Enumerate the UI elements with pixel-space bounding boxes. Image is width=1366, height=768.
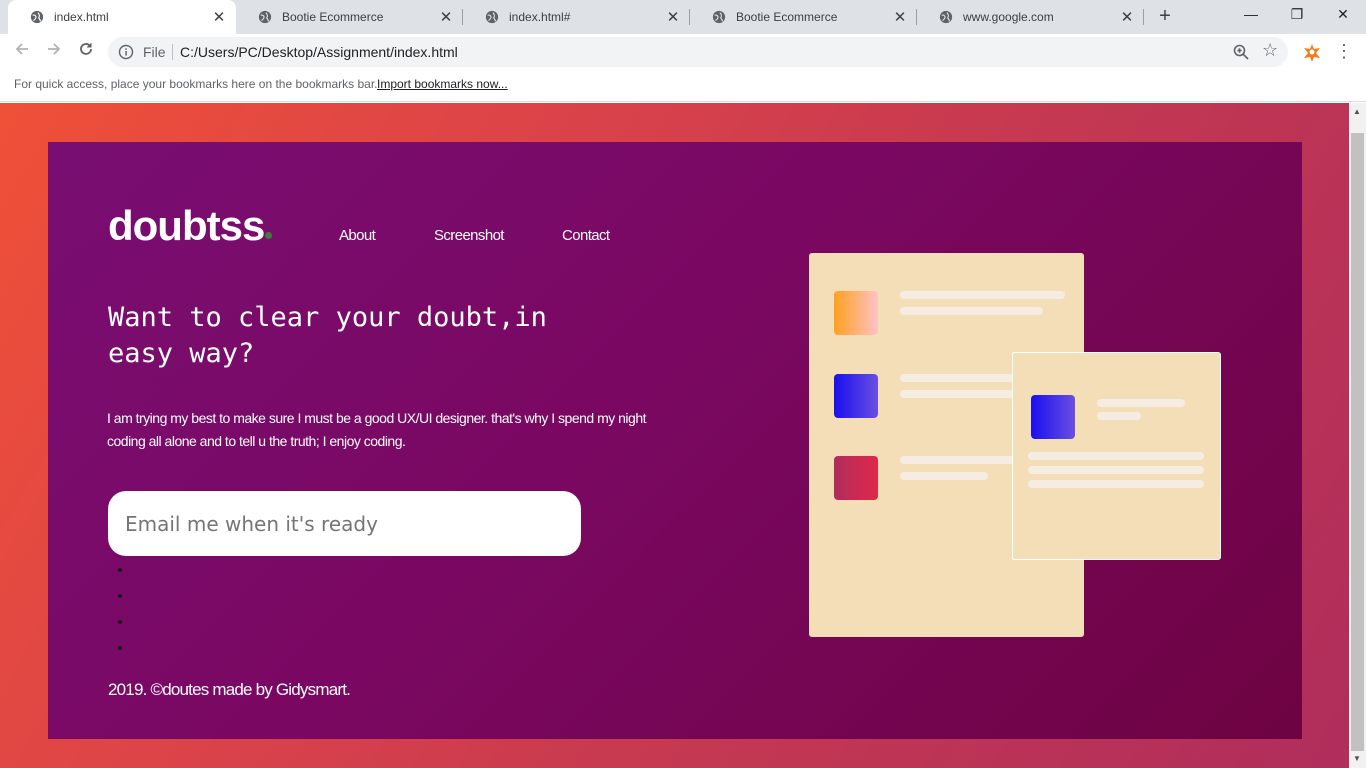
page-viewport: doubtss About Screenshot Contact Want to… (0, 103, 1349, 768)
hero-card: doubtss About Screenshot Contact Want to… (48, 142, 1302, 739)
illustration-line (900, 307, 1043, 315)
illustration-square-orange (834, 291, 878, 335)
tab-strip: index.html ✕ Bootie Ecommerce ✕ index.ht… (0, 0, 1366, 34)
arrow-left-icon (15, 43, 28, 55)
illustration-square-blue (834, 374, 878, 418)
zoom-icon[interactable] (1232, 43, 1250, 61)
bookmarks-bar: For quick access, place your bookmarks h… (0, 70, 1366, 102)
vertical-scrollbar[interactable]: ▲ ▼ (1349, 103, 1366, 768)
info-icon[interactable] (118, 44, 134, 60)
globe-icon (712, 10, 726, 24)
bookmarks-hint: For quick access, place your bookmarks h… (14, 77, 378, 91)
tab-separator (1143, 9, 1144, 25)
new-tab-button[interactable]: + (1153, 5, 1177, 29)
address-separator (172, 44, 173, 60)
globe-icon (258, 10, 272, 24)
tab-title: www.google.com (963, 10, 1054, 24)
tab-bootie-ecommerce[interactable]: Bootie Ecommerce ✕ (236, 0, 463, 34)
browser-toolbar: File C:/Users/PC/Desktop/Assignment/inde… (0, 34, 1366, 70)
illustration-line (1097, 412, 1141, 420)
illustration-front-panel (1012, 352, 1221, 560)
close-icon[interactable]: ✕ (1118, 8, 1136, 26)
illustration-line (900, 390, 1015, 398)
logo-dot (265, 232, 272, 239)
close-icon[interactable]: ✕ (210, 8, 228, 26)
close-icon[interactable]: ✕ (664, 8, 682, 26)
illustration-line (1097, 399, 1185, 407)
reload-icon (80, 43, 92, 55)
hero-headline: Want to clear your doubt,in easy way? (108, 302, 547, 369)
nav-link-screenshot[interactable]: Screenshot (434, 227, 504, 244)
nav-link-contact[interactable]: Contact (562, 227, 610, 244)
globe-icon (30, 10, 44, 24)
tab-bootie-ecommerce-2[interactable]: Bootie Ecommerce ✕ (690, 0, 917, 34)
illustration-square-red (834, 456, 878, 500)
illustration-line (900, 291, 1065, 299)
extension-icon[interactable] (1303, 43, 1321, 61)
import-bookmarks-link[interactable]: Import bookmarks now... (377, 77, 508, 91)
globe-icon (939, 10, 953, 24)
bookmark-star-icon[interactable]: ☆ (1262, 40, 1278, 61)
tab-google[interactable]: www.google.com ✕ (917, 0, 1144, 34)
illustration-line (1028, 466, 1204, 474)
maximize-button[interactable]: ❐ (1274, 0, 1320, 30)
illustration-line (900, 374, 1015, 382)
tab-title: index.html# (509, 10, 571, 24)
url-text[interactable]: C:/Users/PC/Desktop/Assignment/index.htm… (180, 44, 458, 60)
nav-link-about[interactable]: About (339, 227, 376, 244)
reload-button[interactable] (75, 41, 97, 63)
tab-title: Bootie Ecommerce (282, 10, 384, 24)
close-window-button[interactable]: ✕ (1320, 0, 1366, 30)
illustration-line (900, 472, 988, 480)
close-icon[interactable]: ✕ (891, 8, 909, 26)
scrollbar-thumb[interactable] (1351, 133, 1364, 751)
scroll-down-icon[interactable]: ▼ (1353, 754, 1361, 763)
illustration-square-blue (1031, 395, 1075, 439)
logo[interactable]: doubtss (108, 202, 265, 250)
illustration-line (1028, 452, 1204, 460)
hero-paragraph: I am trying my best to make sure I must … (107, 410, 647, 449)
close-icon[interactable]: ✕ (437, 8, 455, 26)
footer-text: 2019. ©doutes made by Gidysmart. (108, 680, 351, 699)
illustration-line (900, 456, 1015, 464)
address-bar[interactable]: File C:/Users/PC/Desktop/Assignment/inde… (108, 37, 1288, 67)
browser-menu-icon[interactable]: ⋮ (1335, 40, 1353, 62)
illustration-line (1028, 480, 1204, 488)
minimize-button[interactable]: — (1228, 0, 1274, 30)
tab-index-html-hash[interactable]: index.html# ✕ (463, 0, 690, 34)
tab-index-html[interactable]: index.html ✕ (8, 0, 236, 34)
forward-button[interactable] (43, 41, 65, 63)
tab-title: Bootie Ecommerce (736, 10, 838, 24)
tab-title: index.html (54, 10, 109, 24)
email-input[interactable] (108, 491, 581, 556)
globe-icon (485, 10, 499, 24)
scroll-up-icon[interactable]: ▲ (1353, 107, 1361, 116)
arrow-right-icon (48, 43, 61, 55)
back-button[interactable] (11, 41, 33, 63)
scheme-label: File (143, 44, 166, 60)
